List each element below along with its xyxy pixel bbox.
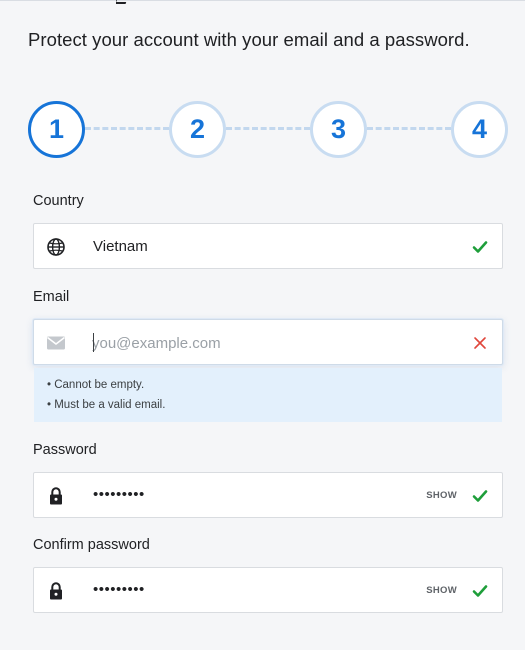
country-value: Vietnam [93,238,148,255]
password-label: Password [33,442,97,458]
country-label: Country [33,193,84,209]
close-icon[interactable] [471,334,489,352]
check-icon [471,582,489,600]
lock-icon [46,486,66,506]
step-connector [226,127,310,130]
confirm-password-field[interactable]: ••••••••• SHOW [33,567,503,613]
text-caret [93,333,94,352]
country-select[interactable]: Vietnam [33,223,503,269]
check-icon [471,487,489,505]
show-password-button[interactable]: SHOW [426,490,457,501]
email-error-invalid: • Must be a valid email. [47,399,166,411]
email-error-panel: • Cannot be empty. • Must be a valid ema… [34,368,502,422]
step-connector [367,127,451,130]
step-4[interactable]: 4 [451,101,508,158]
envelope-icon [46,333,66,353]
page-title-fragment [116,0,128,4]
signup-step-page: Protect your account with your email and… [0,0,525,650]
step-1[interactable]: 1 [28,101,85,158]
progress-stepper: 1 2 3 4 [28,101,508,161]
password-field[interactable]: ••••••••• SHOW [33,472,503,518]
step-3[interactable]: 3 [310,101,367,158]
email-error-empty: • Cannot be empty. [47,379,145,391]
lock-icon [46,581,66,601]
confirm-password-label: Confirm password [33,537,150,553]
step-connector [85,127,169,130]
email-label: Email [33,289,70,305]
email-field[interactable] [33,319,503,365]
page-subtitle: Protect your account with your email and… [28,29,470,50]
email-input[interactable] [92,331,452,355]
top-divider [0,0,525,1]
password-value: ••••••••• [93,486,145,503]
show-confirm-password-button[interactable]: SHOW [426,585,457,596]
step-2[interactable]: 2 [169,101,226,158]
confirm-password-value: ••••••••• [93,581,145,598]
globe-icon [46,237,66,257]
check-icon [471,238,489,256]
